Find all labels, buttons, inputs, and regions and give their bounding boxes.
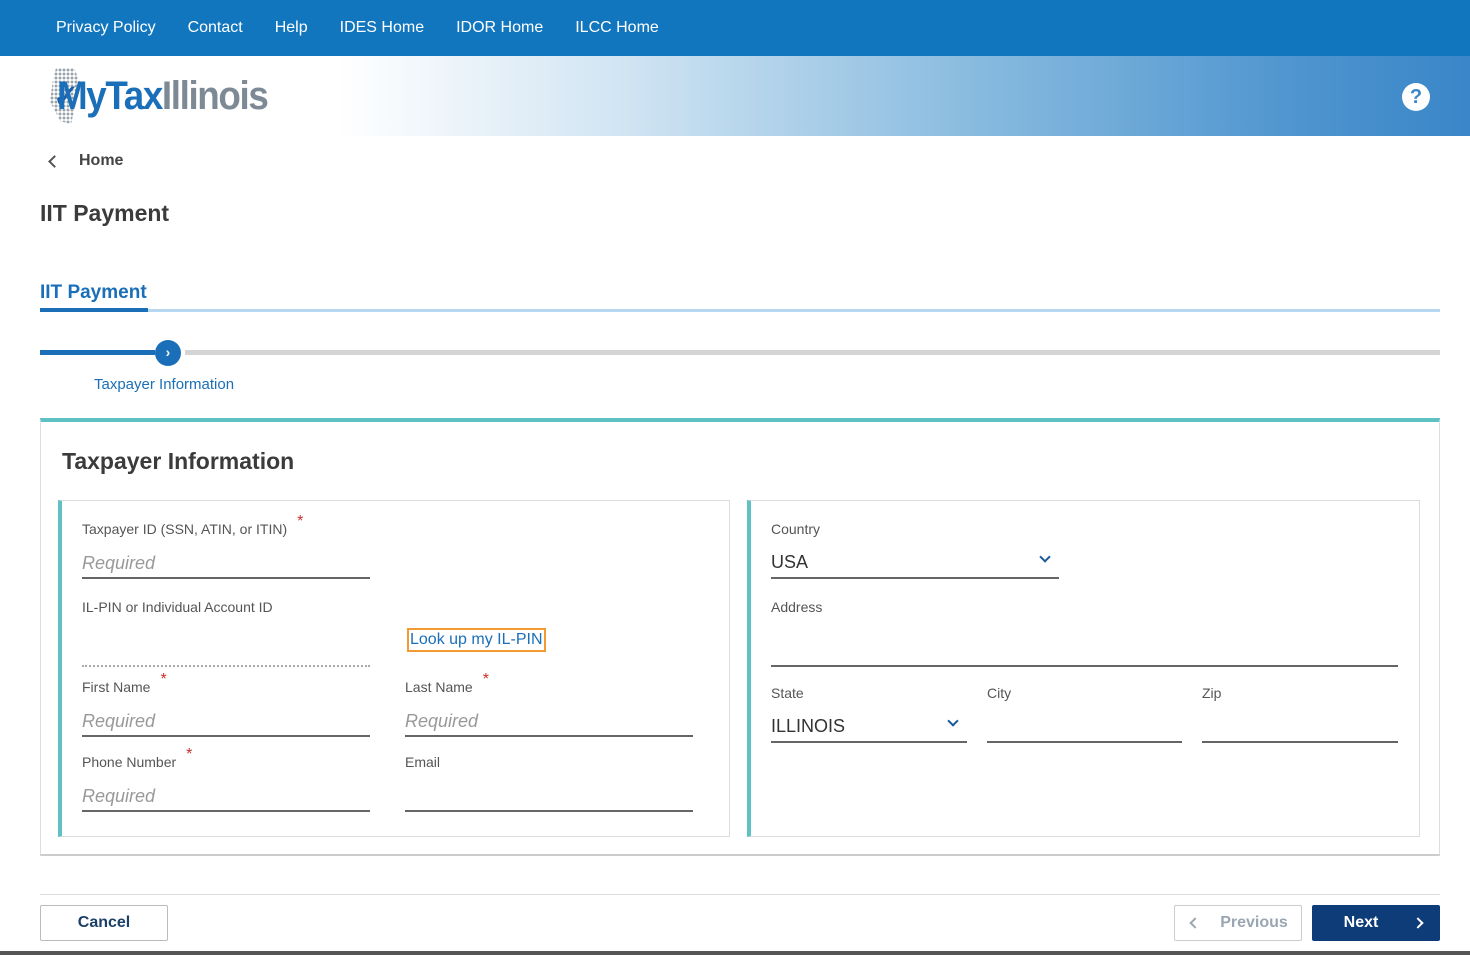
phone-field: Phone Number * xyxy=(82,746,370,812)
chevron-right-icon xyxy=(1412,917,1424,929)
email-label: Email xyxy=(405,754,441,770)
first-name-field: First Name * xyxy=(82,671,370,737)
cancel-button[interactable]: Cancel xyxy=(40,905,168,941)
help-question-icon[interactable]: ? xyxy=(1402,83,1430,111)
city-input[interactable] xyxy=(987,713,1182,743)
ilpin-label: IL-PIN or Individual Account ID xyxy=(82,599,273,615)
taxpayer-id-label: Taxpayer ID (SSN, ATIN, or ITIN) xyxy=(82,521,288,537)
illinois-map-check-icon: ✓ xyxy=(46,66,81,126)
chevron-left-icon xyxy=(48,154,61,168)
country-select[interactable]: USA xyxy=(771,549,1059,579)
progress-step-chevron-icon: › xyxy=(155,340,181,366)
nav-contact[interactable]: Contact xyxy=(188,19,243,37)
window-bottom-edge xyxy=(0,951,1470,955)
country-value: USA xyxy=(771,552,809,572)
state-value: ILLINOIS xyxy=(771,716,846,736)
chevron-left-icon xyxy=(1189,917,1201,929)
breadcrumb-home[interactable]: Home xyxy=(79,152,123,170)
last-name-input[interactable] xyxy=(405,707,693,737)
email-field: Email xyxy=(405,754,693,812)
taxpayer-info-card: Taxpayer Information Taxpayer ID (SSN, A… xyxy=(40,418,1440,856)
progress-step-label: Taxpayer Information xyxy=(94,376,235,393)
chevron-down-icon xyxy=(947,715,959,727)
nav-privacy-policy[interactable]: Privacy Policy xyxy=(56,19,156,37)
ilpin-field: IL-PIN or Individual Account ID xyxy=(82,599,370,667)
taxpayer-id-field: Taxpayer ID (SSN, ATIN, or ITIN) * xyxy=(82,513,370,579)
zip-label: Zip xyxy=(1202,685,1222,701)
next-label: Next xyxy=(1343,914,1379,931)
nav-ides-home[interactable]: IDES Home xyxy=(340,19,424,37)
zip-input[interactable] xyxy=(1202,713,1398,743)
previous-label: Previous xyxy=(1220,914,1288,931)
next-button[interactable]: Next xyxy=(1312,905,1440,941)
tab-bar-line xyxy=(40,309,1440,312)
city-label: City xyxy=(987,685,1012,701)
address-field: Address xyxy=(771,599,1398,667)
state-field: State ILLINOIS xyxy=(771,685,967,743)
chevron-down-icon xyxy=(1039,551,1051,563)
zip-field: Zip xyxy=(1202,685,1398,743)
header-banner: ✓ MyTaxIllinois ? xyxy=(0,56,1470,136)
top-nav: Privacy Policy Contact Help IDES Home ID… xyxy=(0,0,1470,56)
lookup-ilpin-link[interactable]: Look up my IL-PIN xyxy=(407,628,546,652)
state-label: State xyxy=(771,685,804,701)
taxpayer-panel: Taxpayer ID (SSN, ATIN, or ITIN) * IL-PIN… xyxy=(58,500,730,837)
nav-help[interactable]: Help xyxy=(275,19,308,37)
address-input[interactable] xyxy=(771,637,1398,667)
country-field: Country USA xyxy=(771,521,1059,579)
taxpayer-id-input[interactable] xyxy=(82,549,370,579)
phone-label: Phone Number xyxy=(82,754,177,770)
cancel-label: Cancel xyxy=(77,914,131,931)
required-asterisk: * xyxy=(297,513,304,530)
phone-input[interactable] xyxy=(82,782,370,812)
tab-iit-payment[interactable]: IIT Payment xyxy=(40,282,147,304)
last-name-label: Last Name xyxy=(405,679,473,695)
nav-ilcc-home[interactable]: ILCC Home xyxy=(575,19,659,37)
required-asterisk: * xyxy=(160,671,167,688)
first-name-label: First Name xyxy=(82,679,151,695)
last-name-field: Last Name * xyxy=(405,671,693,737)
mytax-illinois-logo[interactable]: ✓ MyTaxIllinois xyxy=(46,64,286,128)
breadcrumb[interactable]: Home xyxy=(46,152,123,170)
footer-divider xyxy=(40,894,1440,895)
city-field: City xyxy=(987,685,1182,743)
previous-button[interactable]: Previous xyxy=(1174,905,1302,941)
page-title: IIT Payment xyxy=(40,200,170,226)
nav-idor-home[interactable]: IDOR Home xyxy=(456,19,543,37)
progress-remaining xyxy=(185,350,1440,355)
country-label: Country xyxy=(771,521,821,537)
state-select[interactable]: ILLINOIS xyxy=(771,713,967,743)
required-asterisk: * xyxy=(186,746,193,763)
tab-active-underline xyxy=(40,308,148,312)
section-title: Taxpayer Information xyxy=(62,448,295,474)
address-panel: Country USA Address State ILLINOIS City … xyxy=(747,500,1420,837)
ilpin-input[interactable] xyxy=(82,637,370,667)
progress-complete xyxy=(40,350,155,355)
first-name-input[interactable] xyxy=(82,707,370,737)
email-input[interactable] xyxy=(405,782,693,812)
required-asterisk: * xyxy=(482,671,489,688)
address-label: Address xyxy=(771,599,823,615)
